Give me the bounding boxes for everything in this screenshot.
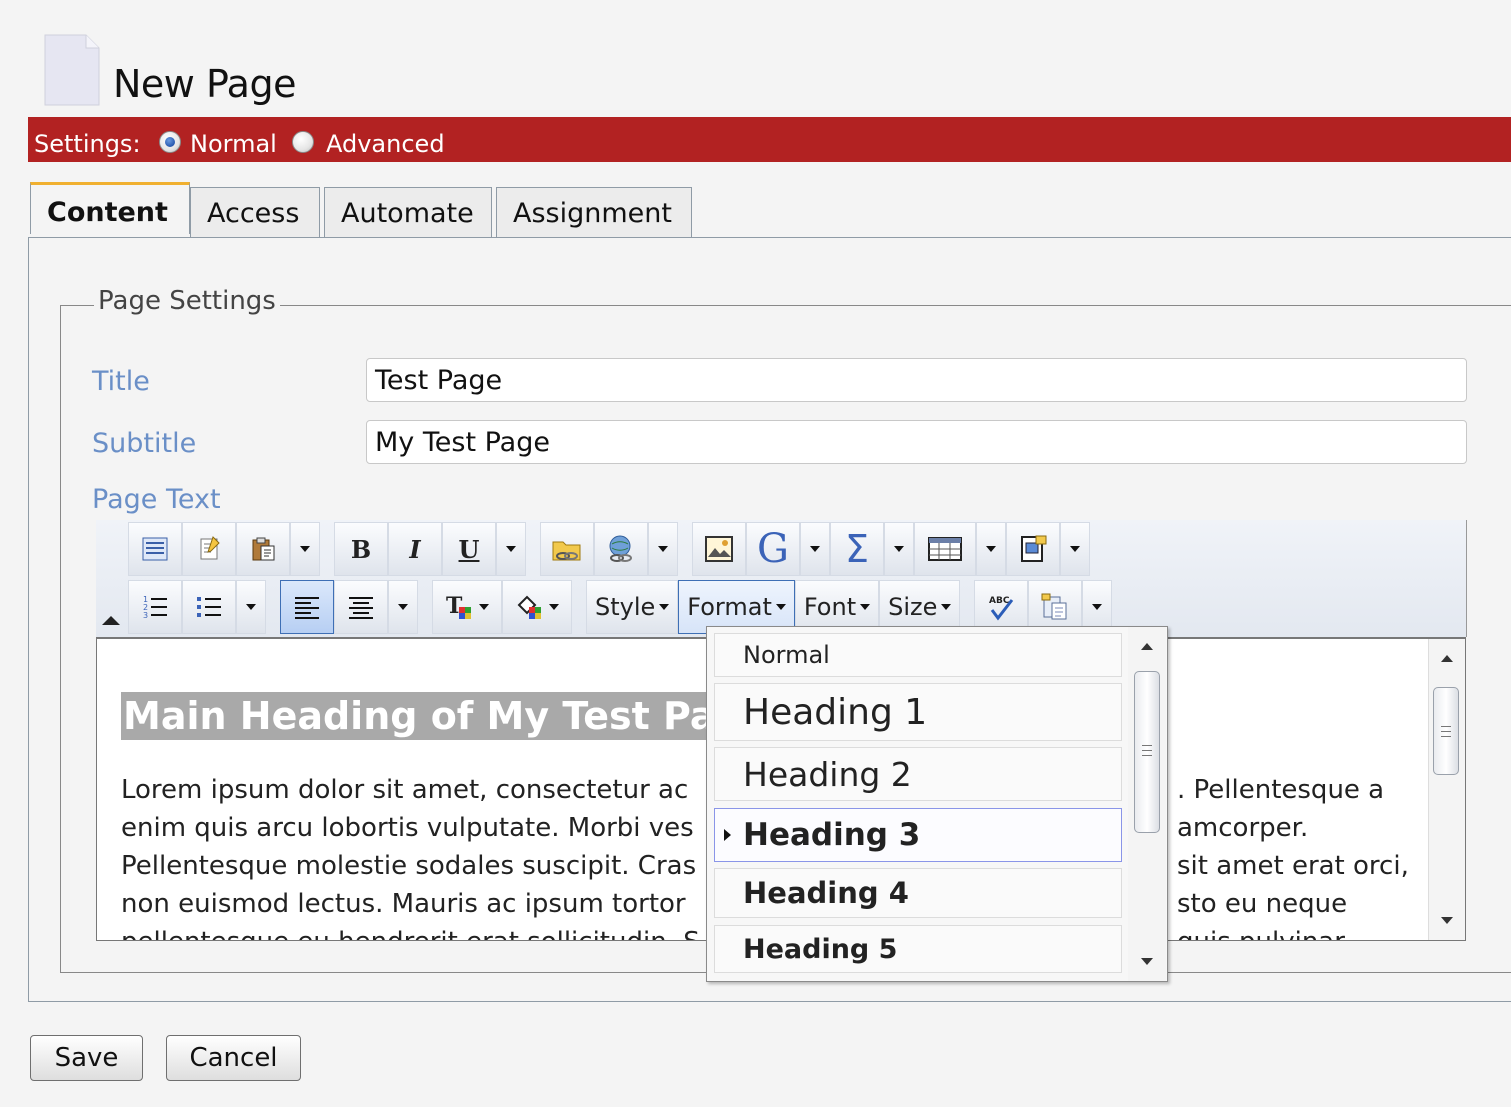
style-dropdown[interactable]: Style xyxy=(586,580,679,634)
scroll-down-icon[interactable] xyxy=(1441,917,1453,924)
numbered-list-icon[interactable]: 123 xyxy=(128,580,182,634)
format-option-normal[interactable]: Normal xyxy=(714,633,1122,677)
title-label: Title xyxy=(92,366,150,397)
hyperlink-icon[interactable] xyxy=(594,522,648,576)
template-icon[interactable] xyxy=(1006,522,1060,576)
selected-arrow-icon xyxy=(724,829,731,841)
radio-normal-label[interactable]: Normal xyxy=(190,130,277,158)
format-option-label: Heading 5 xyxy=(743,933,898,965)
format-option-heading-2[interactable]: Heading 2 xyxy=(714,747,1122,801)
format-option-label: Heading 2 xyxy=(743,754,912,794)
style-label: Style xyxy=(595,593,656,621)
dropdown-scroll-up-icon[interactable] xyxy=(1141,643,1153,650)
font-caret-icon xyxy=(860,604,871,610)
table-icon[interactable] xyxy=(914,522,976,576)
image-icon[interactable] xyxy=(692,522,746,576)
paste-icon[interactable] xyxy=(236,522,290,576)
table-dropdown-icon[interactable] xyxy=(976,522,1006,576)
dropdown-scroll-down-icon[interactable] xyxy=(1141,958,1153,965)
tab-assignment[interactable]: Assignment xyxy=(496,187,692,237)
editor-line-right-4: sto eu neque xyxy=(1177,889,1348,919)
tab-access[interactable]: Access xyxy=(190,187,320,237)
editor-line-right-3: sit amet erat orci, xyxy=(1177,851,1409,881)
format-option-heading-5[interactable]: Heading 5 xyxy=(714,925,1122,973)
size-caret-icon xyxy=(941,604,952,610)
cancel-button[interactable]: Cancel xyxy=(166,1035,301,1081)
google-dropdown-icon[interactable] xyxy=(800,522,830,576)
editor-line-right-2: amcorper. xyxy=(1177,813,1309,843)
link-dropdown-icon[interactable] xyxy=(648,522,678,576)
title-input[interactable]: Test Page xyxy=(366,358,1467,402)
template-dropdown-icon[interactable] xyxy=(1060,522,1090,576)
subtitle-input[interactable]: My Test Page xyxy=(366,420,1467,464)
format-option-heading-1[interactable]: Heading 1 xyxy=(714,683,1122,741)
paste-dropdown-icon[interactable] xyxy=(290,522,320,576)
radio-advanced-label[interactable]: Advanced xyxy=(326,130,445,158)
background-color-icon[interactable] xyxy=(502,580,572,634)
italic-glyph: I xyxy=(409,534,421,564)
dropdown-scroll-thumb[interactable] xyxy=(1134,671,1160,833)
format-option-label: Heading 1 xyxy=(743,691,928,733)
align-center-icon[interactable] xyxy=(334,580,388,634)
page-text-label: Page Text xyxy=(92,484,221,515)
format-option-label: Heading 4 xyxy=(743,876,909,910)
svg-text:3: 3 xyxy=(143,611,148,620)
page-document-icon xyxy=(44,34,100,106)
underline-glyph: U xyxy=(458,534,480,564)
radio-normal[interactable] xyxy=(159,131,181,153)
align-left-icon[interactable] xyxy=(280,580,334,634)
format-dropdown-menu: Normal Heading 1 Heading 2 Heading 3 Hea… xyxy=(706,626,1168,982)
sigma-icon[interactable]: Σ xyxy=(830,522,884,576)
bold-icon[interactable]: B xyxy=(334,522,388,576)
paste-text-icon[interactable] xyxy=(182,522,236,576)
size-label: Size xyxy=(888,593,938,621)
list-dropdown-icon[interactable] xyxy=(236,580,266,634)
font-label: Font xyxy=(803,593,857,621)
underline-icon[interactable]: U xyxy=(442,522,496,576)
source-view-icon[interactable] xyxy=(128,522,182,576)
bullet-list-icon[interactable] xyxy=(182,580,236,634)
italic-icon[interactable]: I xyxy=(388,522,442,576)
page-title: New Page xyxy=(113,62,296,106)
save-button[interactable]: Save xyxy=(30,1035,143,1081)
format-option-label: Heading 3 xyxy=(743,817,921,853)
format-label: Format xyxy=(687,593,772,621)
tab-strip-line xyxy=(28,237,1511,238)
settings-label: Settings: xyxy=(34,130,141,158)
style-caret-icon xyxy=(659,604,670,610)
editor-body-text-right: . Pellentesque a amcorper. sit amet erat… xyxy=(1177,771,1437,940)
page-settings-legend: Page Settings xyxy=(94,286,280,316)
google-icon[interactable]: G xyxy=(746,522,800,576)
settings-bar: Settings: Normal Advanced xyxy=(28,117,1511,162)
format-option-label: Normal xyxy=(743,641,830,669)
tab-content[interactable]: Content xyxy=(30,182,190,234)
editor-line-right-5: quis pulvinar xyxy=(1177,923,1437,940)
format-option-heading-3[interactable]: Heading 3 xyxy=(714,808,1122,862)
sigma-dropdown-icon[interactable] xyxy=(884,522,914,576)
subtitle-label: Subtitle xyxy=(92,428,197,459)
link-manager-icon[interactable] xyxy=(540,522,594,576)
editor-scroll-thumb[interactable] xyxy=(1433,687,1459,775)
format-dropdown-scrollbar[interactable] xyxy=(1128,627,1166,981)
bold-glyph: B xyxy=(350,534,372,564)
tab-automate[interactable]: Automate xyxy=(324,187,492,237)
editor-main-heading[interactable]: Main Heading of My Test Page xyxy=(121,692,771,740)
text-style-dropdown-icon[interactable] xyxy=(496,522,526,576)
editor-line-right-1: . Pellentesque a xyxy=(1177,775,1385,805)
scroll-up-icon[interactable] xyxy=(1441,655,1453,662)
format-caret-icon xyxy=(775,604,786,610)
text-color-icon[interactable]: T xyxy=(432,580,502,634)
radio-advanced[interactable] xyxy=(292,131,314,153)
toolbar-collapse-icon[interactable] xyxy=(102,616,120,625)
editor-scrollbar[interactable] xyxy=(1428,639,1465,940)
toolbar-row-1: B I U G Σ xyxy=(128,522,1090,576)
align-dropdown-icon[interactable] xyxy=(388,580,418,634)
format-option-heading-4[interactable]: Heading 4 xyxy=(714,868,1122,918)
